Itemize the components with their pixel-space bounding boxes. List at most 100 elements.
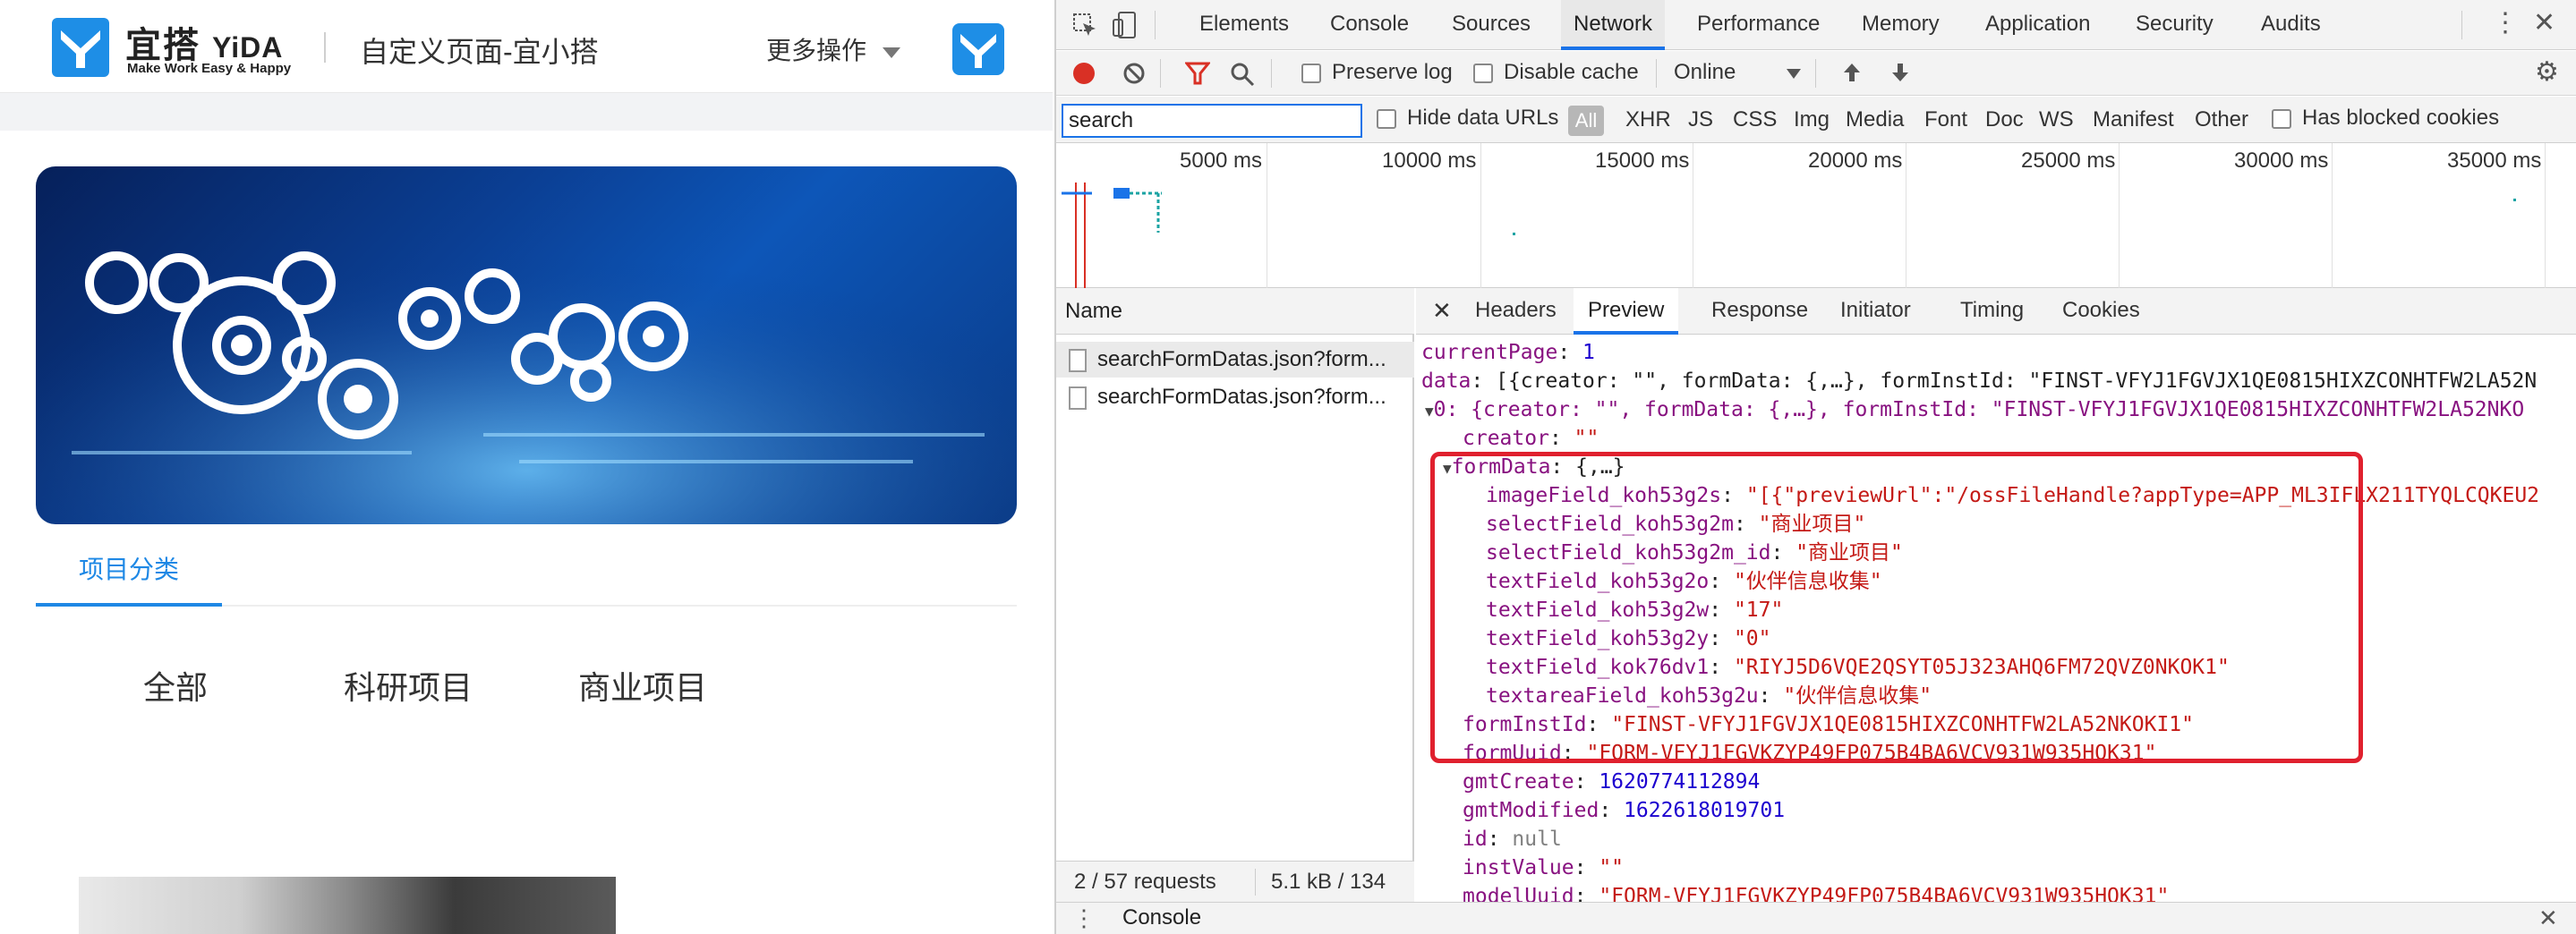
- more-actions-dropdown[interactable]: 更多操作: [766, 31, 901, 67]
- chevron-down-icon[interactable]: [1787, 69, 1801, 79]
- request-row[interactable]: searchFormDatas.json?form...: [1056, 342, 1414, 378]
- gears-illustration: [36, 166, 1017, 524]
- json-line: modelUuid: "FORM-VFYJ1FGVKZYP49FP075B4BA…: [1463, 885, 2170, 902]
- tab-security[interactable]: Security: [2136, 0, 2213, 50]
- tab-performance[interactable]: Performance: [1697, 0, 1820, 50]
- json-line: imageField_koh53g2s: "[{"previewUrl":"/o…: [1486, 484, 2540, 507]
- export-har-icon[interactable]: [1889, 60, 1912, 85]
- clear-icon[interactable]: [1122, 62, 1146, 85]
- close-icon[interactable]: ✕: [2538, 903, 2558, 933]
- filter-ws[interactable]: WS: [2039, 107, 2074, 132]
- name-column-header[interactable]: Name: [1056, 288, 1414, 335]
- network-toolbar: Preserve log Disable cache Online ⚙: [1056, 51, 2576, 96]
- drawer-tab-console[interactable]: Console: [1122, 903, 1201, 933]
- gear-icon[interactable]: ⚙: [2535, 56, 2559, 88]
- import-har-icon[interactable]: [1840, 60, 1864, 85]
- tab-headers[interactable]: Headers: [1475, 288, 1557, 335]
- preserve-log-label: Preserve log: [1332, 60, 1453, 84]
- console-drawer: ⋮ Console ✕: [1056, 902, 2576, 934]
- json-line[interactable]: data: [{creator: "", formData: {,…}, for…: [1421, 367, 2537, 395]
- tab-cookies[interactable]: Cookies: [2062, 288, 2140, 335]
- json-line[interactable]: ▼0: {creator: "", formData: {,…}, formIn…: [1425, 395, 2524, 424]
- json-line: textField_kok76dv1: "RIYJ5D6VQE2QSYT05J3…: [1486, 656, 2230, 679]
- tab-sources[interactable]: Sources: [1452, 0, 1531, 50]
- json-line: selectField_koh53g2m: "商业项目": [1486, 513, 1866, 536]
- tab-response[interactable]: Response: [1711, 288, 1808, 335]
- search-icon[interactable]: [1230, 62, 1255, 87]
- json-line: gmtModified: 1622618019701: [1463, 799, 1786, 822]
- filter-css[interactable]: CSS: [1733, 107, 1777, 132]
- avatar[interactable]: [952, 23, 1004, 75]
- preserve-log-checkbox[interactable]: [1301, 64, 1321, 83]
- record-icon[interactable]: [1072, 62, 1096, 85]
- category-all[interactable]: 全部: [143, 662, 208, 709]
- request-row[interactable]: searchFormDatas.json?form...: [1056, 379, 1414, 415]
- request-name: searchFormDatas.json?form...: [1097, 385, 1386, 409]
- expand-triangle-icon[interactable]: ▼: [1443, 460, 1452, 477]
- filter-doc[interactable]: Doc: [1985, 107, 2024, 132]
- tab-network[interactable]: Network: [1561, 0, 1666, 50]
- more-vertical-icon[interactable]: ⋮: [2492, 7, 2519, 38]
- blocked-cookies-checkbox[interactable]: [2272, 109, 2291, 129]
- request-count: 2 / 57 requests: [1074, 870, 1216, 894]
- toolbar-divider: [1815, 59, 1816, 88]
- filter-manifest[interactable]: Manifest: [2093, 107, 2174, 132]
- toolbar-divider: [1160, 59, 1161, 88]
- yida-page: 宜搭 YiDA Make Work Easy & Happy 自定义页面-宜小搭…: [0, 0, 1053, 934]
- network-overview[interactable]: 5000 ms 10000 ms 15000 ms 20000 ms 25000…: [1056, 143, 2576, 288]
- filter-all[interactable]: All: [1568, 106, 1604, 136]
- drag-handle-icon[interactable]: ⋮: [1072, 903, 1096, 933]
- page-title: 自定义页面-宜小搭: [360, 36, 599, 68]
- yida-avatar-icon: [960, 34, 996, 68]
- chevron-down-icon: [883, 47, 901, 58]
- json-line: formUuid: "FORM-VFYJ1FGVKZYP49FP075B4BA6…: [1463, 742, 2157, 765]
- devtools-tabbar: Elements Console Sources Network Perform…: [1056, 0, 2576, 50]
- close-icon[interactable]: ✕: [2533, 7, 2555, 38]
- filter-other[interactable]: Other: [2195, 107, 2248, 132]
- disable-cache-checkbox[interactable]: [1473, 64, 1493, 83]
- device-toolbar-icon[interactable]: [1112, 11, 1139, 39]
- filter-xhr[interactable]: XHR: [1625, 107, 1671, 132]
- tab-memory[interactable]: Memory: [1862, 0, 1940, 50]
- json-line: gmtCreate: 1620774112894: [1463, 770, 1761, 794]
- inspect-element-icon[interactable]: [1072, 13, 1097, 38]
- expand-triangle-icon[interactable]: ▼: [1425, 403, 1434, 420]
- tab-console[interactable]: Console: [1330, 0, 1409, 50]
- tab-elements[interactable]: Elements: [1199, 0, 1289, 50]
- throttling-select[interactable]: Online: [1674, 60, 1736, 85]
- category-research[interactable]: 科研项目: [344, 662, 473, 709]
- filter-img[interactable]: Img: [1794, 107, 1830, 132]
- disable-cache-label: Disable cache: [1504, 60, 1639, 84]
- waterfall-marks: [1062, 183, 2516, 288]
- json-line: currentPage: 1: [1421, 341, 1595, 364]
- request-name: searchFormDatas.json?form...: [1097, 347, 1386, 371]
- request-detail: ✕ Headers Preview Response Initiator Tim…: [1416, 288, 2576, 902]
- filter-media[interactable]: Media: [1846, 107, 1904, 132]
- filter-js[interactable]: JS: [1688, 107, 1713, 132]
- file-icon: [1069, 386, 1087, 410]
- project-card-image[interactable]: [79, 877, 616, 934]
- network-status-bar: 2 / 57 requests 5.1 kB / 134 kB: [1056, 861, 1414, 934]
- tab-preview[interactable]: Preview: [1574, 288, 1679, 335]
- filter-icon[interactable]: [1185, 62, 1210, 85]
- yida-logo-icon: [52, 18, 109, 77]
- toolbar-divider: [1656, 59, 1657, 88]
- hide-data-urls-label: Hide data URLs: [1407, 106, 1559, 130]
- close-icon[interactable]: ✕: [1432, 288, 1452, 335]
- tab-project-category[interactable]: 项目分类: [36, 537, 222, 607]
- filter-font[interactable]: Font: [1924, 107, 1967, 132]
- tab-timing[interactable]: Timing: [1960, 288, 2024, 335]
- screen: 宜搭 YiDA Make Work Easy & Happy 自定义页面-宜小搭…: [0, 0, 2576, 934]
- header-spacer: [0, 93, 1053, 131]
- category-business[interactable]: 商业项目: [578, 662, 707, 709]
- tab-application[interactable]: Application: [1985, 0, 2090, 50]
- blocked-cookies-label: Has blocked cookies: [2302, 106, 2500, 130]
- tab-initiator[interactable]: Initiator: [1840, 288, 1911, 335]
- json-line[interactable]: ▼formData: {,…}: [1443, 453, 1625, 481]
- file-icon: [1069, 349, 1087, 372]
- tab-audits[interactable]: Audits: [2261, 0, 2321, 50]
- filter-input[interactable]: [1062, 104, 1362, 138]
- hide-data-urls-checkbox[interactable]: [1377, 109, 1396, 129]
- json-line: creator: "": [1463, 427, 1599, 450]
- json-line: textareaField_koh53g2u: "伙伴信息收集": [1486, 684, 1932, 708]
